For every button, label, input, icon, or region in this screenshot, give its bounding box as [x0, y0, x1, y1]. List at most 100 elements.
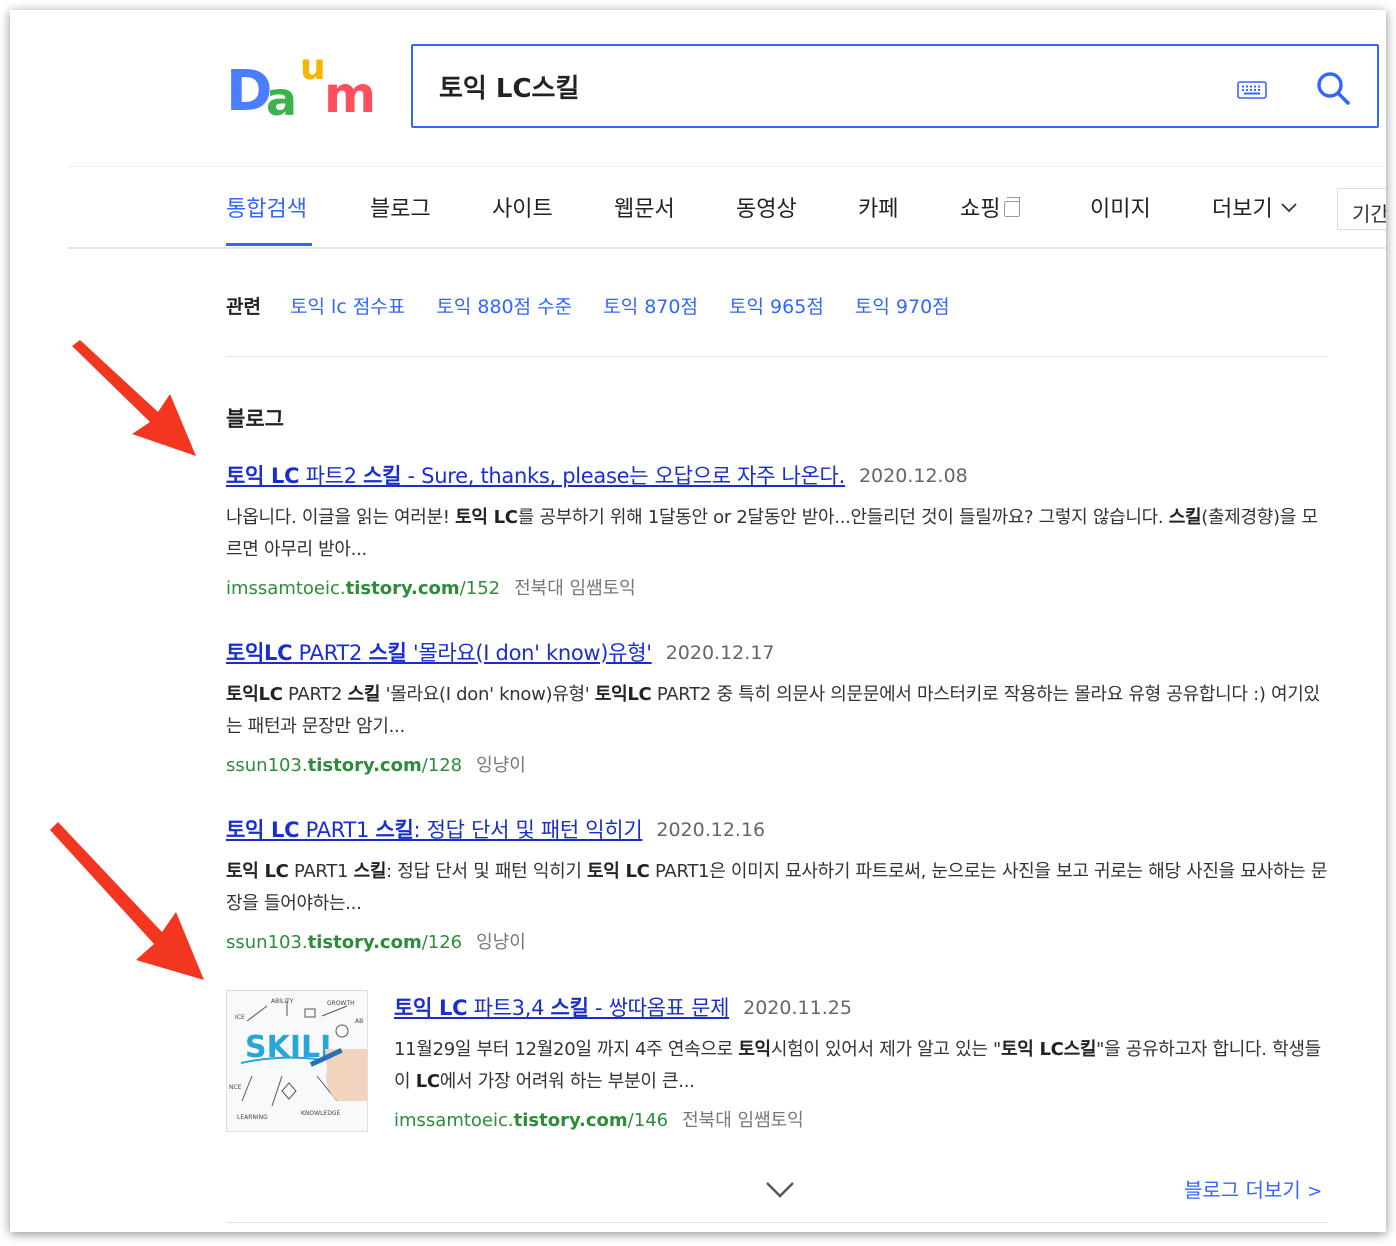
- result-source: imssamtoeic.tistory.com/152 전북대 임쌤토익: [226, 574, 1336, 600]
- text-run: 토익: [738, 1039, 771, 1060]
- logo-letter-u: u: [300, 47, 326, 88]
- result-title-link[interactable]: 토익 LC 파트3,4 스킬 - 쌍따옴표 문제: [394, 996, 729, 1020]
- tab-cafe[interactable]: 카페: [858, 191, 898, 223]
- related-link-4[interactable]: 토익 965점: [729, 296, 824, 318]
- tab-video[interactable]: 동영상: [736, 191, 797, 223]
- url-prefix: imssamtoeic.: [394, 1110, 514, 1131]
- text-run: '몰라요(I don' know)유형': [406, 641, 652, 665]
- text-run: 스킬: [353, 861, 387, 882]
- text-run: 스킬: [368, 641, 407, 665]
- text-run: PART1: [288, 861, 354, 882]
- result-url-link[interactable]: imssamtoeic.tistory.com/146: [394, 1110, 668, 1131]
- result-title-link[interactable]: 토익 LC PART1 스킬: 정답 단서 및 패턴 익히기: [226, 818, 643, 842]
- blog-result-2: 토익LC PART2 스킬 '몰라요(I don' know)유형' 2020.1…: [226, 637, 1336, 777]
- thumb-word-ice: ICE: [235, 1014, 245, 1021]
- tab-blog[interactable]: 블로그: [370, 191, 431, 223]
- related-link-5[interactable]: 토익 970점: [855, 296, 950, 318]
- text-run: 토익 LC: [226, 464, 300, 488]
- keyboard-icon[interactable]: [1237, 80, 1267, 100]
- result-blog-name[interactable]: 전북대 임쌤토익: [514, 578, 636, 599]
- text-run: 토익 LC스킬: [1001, 1039, 1097, 1060]
- text-run: 토익LC: [226, 641, 293, 665]
- text-run: 토익LC: [226, 684, 283, 705]
- text-run: 스킬: [1168, 507, 1202, 528]
- tab-more[interactable]: 더보기: [1212, 191, 1297, 223]
- result-blog-name[interactable]: 잉냥이: [476, 932, 526, 953]
- result-url-link[interactable]: imssamtoeic.tistory.com/152: [226, 578, 500, 599]
- related-link-1[interactable]: 토익 lc 점수표: [290, 296, 405, 318]
- tab-shopping[interactable]: 쇼핑: [960, 191, 1021, 223]
- text-run: 스킬: [363, 464, 402, 488]
- result-snippet: 나옵니다. 이글을 읽는 여러분! 토익 LC를 공부하기 위해 1달동안 or…: [226, 502, 1330, 566]
- tab-integrated[interactable]: 통합검색: [226, 191, 307, 223]
- related-searches: 관련 토익 lc 점수표 토익 880점 수준 토익 870점 토익 965점 …: [226, 292, 976, 322]
- thumb-word-learning: LEARNING: [237, 1114, 268, 1121]
- active-tab-indicator: [226, 243, 312, 246]
- chevron-down-icon: [1281, 203, 1297, 213]
- result-blog-name[interactable]: 잉냥이: [476, 755, 526, 776]
- browser-frame: D a u m 통합검색 블로그 사이트 웹문서 동영상 카페 쇼핑 이미지 더…: [10, 10, 1386, 1232]
- logo-letter-a: a: [266, 72, 298, 126]
- result-url-link[interactable]: ssun103.tistory.com/128: [226, 755, 462, 776]
- search-box: [411, 44, 1379, 128]
- text-run: 스킬: [550, 996, 589, 1020]
- url-domain: tistory.com: [345, 578, 460, 599]
- annotation-arrow-icon: [72, 340, 196, 456]
- blog-result-3: 토익 LC PART1 스킬: 정답 단서 및 패턴 익히기 2020.12.16…: [226, 814, 1336, 954]
- text-run: PART1: [299, 818, 376, 842]
- result-snippet: 토익LC PART2 스킬 '몰라요(I don' know)유형' 토익LC …: [226, 679, 1330, 743]
- search-tabs: 통합검색 블로그 사이트 웹문서 동영상 카페 쇼핑 이미지 더보기 기간: [68, 167, 1386, 247]
- result-title-link[interactable]: 토익 LC 파트2 스킬 - Sure, thanks, please는 오답으…: [226, 464, 845, 488]
- result-title-link[interactable]: 토익LC PART2 스킬 '몰라요(I don' know)유형': [226, 641, 652, 665]
- related-link-3[interactable]: 토익 870점: [603, 296, 698, 318]
- blog-more-link[interactable]: 블로그 더보기 >: [1184, 1174, 1322, 1203]
- text-run: 토익 LC: [455, 507, 518, 528]
- search-icon[interactable]: [1315, 70, 1351, 106]
- text-run: 토익 LC: [587, 861, 650, 882]
- tab-image[interactable]: 이미지: [1090, 191, 1151, 223]
- text-run: 토익 LC: [226, 818, 300, 842]
- text-run: 나옵니다. 이글을 읽는 여러분!: [226, 507, 456, 528]
- thumb-word-knowledge: KNOWLEDGE: [301, 1110, 340, 1117]
- chevron-right-icon: >: [1307, 1181, 1323, 1202]
- text-run: 시험이 있어서 제가 알고 있는 ": [770, 1039, 1002, 1060]
- tab-webdoc[interactable]: 웹문서: [614, 191, 675, 223]
- tab-more-label: 더보기: [1212, 197, 1273, 222]
- url-domain: tistory.com: [513, 1110, 628, 1131]
- result-blog-name[interactable]: 전북대 임쌤토익: [682, 1110, 804, 1131]
- text-run: 토익LC: [594, 684, 652, 705]
- blog-result-1: 토익 LC 파트2 스킬 - Sure, thanks, please는 오답으…: [226, 460, 1336, 600]
- text-run: PART2: [292, 641, 369, 665]
- blog-section-title: 블로그: [226, 407, 284, 431]
- url-path: /126: [421, 932, 463, 953]
- url-prefix: ssun103.: [226, 932, 308, 953]
- url-path: /128: [421, 755, 463, 776]
- url-prefix: ssun103.: [226, 755, 308, 776]
- thumb-word-nce: NCE: [229, 1084, 242, 1091]
- result-date: 2020.12.16: [656, 819, 766, 841]
- result-url-link[interactable]: ssun103.tistory.com/126: [226, 932, 462, 953]
- related-link-2[interactable]: 토익 880점 수준: [436, 296, 572, 318]
- result-thumbnail[interactable]: ICE ABILITY GROWTH AB SKILL NCE LEARNING…: [226, 990, 368, 1132]
- text-run: LC: [415, 1071, 440, 1092]
- url-path: /152: [459, 578, 501, 599]
- tab-shopping-label: 쇼핑: [960, 197, 1001, 222]
- tab-site[interactable]: 사이트: [492, 191, 553, 223]
- expand-chevron-icon[interactable]: [764, 1180, 796, 1200]
- text-run: 11월29일 부터 12월20일 까지 4주 연속으로: [394, 1039, 739, 1060]
- annotation-arrow-icon: [50, 822, 204, 980]
- thumb-word-ability: ABILITY: [271, 998, 294, 1005]
- period-filter-button[interactable]: 기간: [1337, 188, 1386, 230]
- text-run: 에서 가장 어려워 하는 부분이 큰...: [439, 1071, 695, 1092]
- result-date: 2020.12.08: [858, 465, 968, 487]
- url-domain: tistory.com: [307, 755, 422, 776]
- related-divider: [226, 356, 1328, 357]
- tabs-divider: [68, 247, 1386, 249]
- thumb-word-growth: GROWTH: [327, 1000, 355, 1007]
- thumb-word-ab: AB: [355, 1018, 363, 1025]
- text-run: - 쌍따옴표 문제: [588, 996, 730, 1020]
- search-input[interactable]: [439, 66, 1199, 106]
- result-snippet: 토익 LC PART1 스킬: 정답 단서 및 패턴 익히기 토익 LC PAR…: [226, 856, 1330, 920]
- url-prefix: imssamtoeic.: [226, 578, 346, 599]
- section-bottom-divider: [226, 1222, 1328, 1223]
